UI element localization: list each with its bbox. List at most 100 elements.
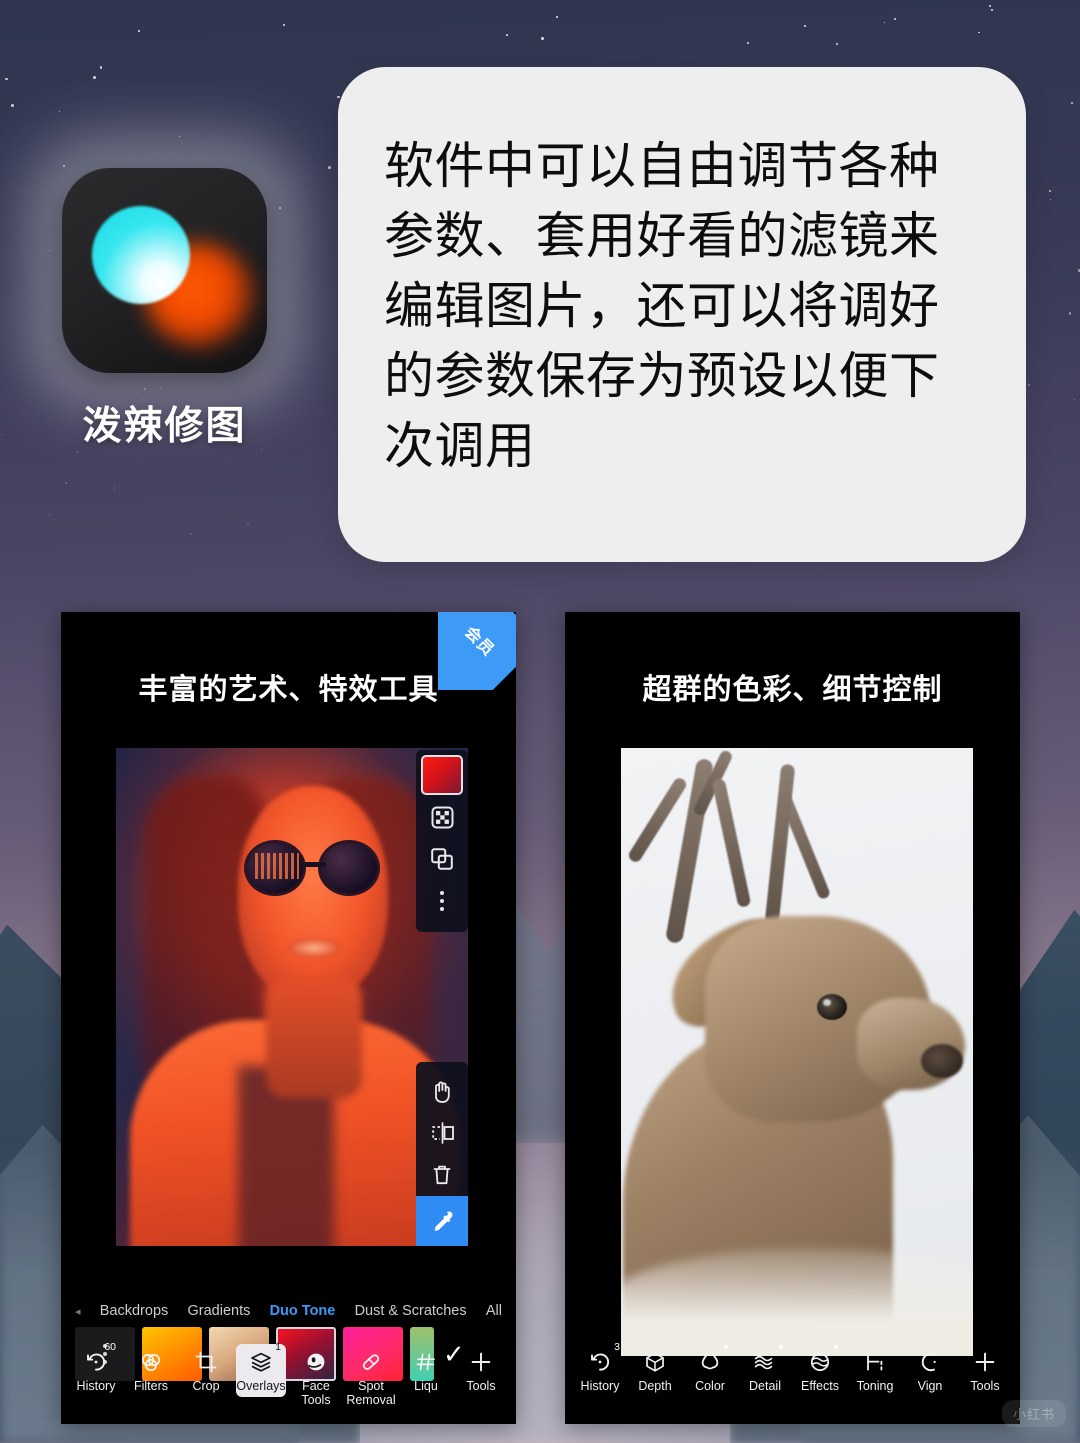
toolbar-item-tools[interactable]: Tools: [960, 1344, 1010, 1393]
toolbar-item-spot-removal[interactable]: Spot Removal: [346, 1344, 396, 1407]
toolbar-item-color[interactable]: Color: [685, 1344, 735, 1393]
screenshot-card-left: 丰富的艺术、特效工具 会员 ◂ Backdrops Gradients Duo …: [61, 612, 516, 1424]
star-dot: [803, 25, 806, 27]
more-options-icon[interactable]: [416, 880, 468, 922]
edited-portrait-photo[interactable]: [116, 748, 468, 1246]
deer-nose: [921, 1044, 963, 1078]
star-dot: [1068, 312, 1072, 315]
update-dot: [724, 1345, 728, 1349]
toolbar-label: History: [580, 1379, 620, 1393]
toolbar-label: Overlays: [236, 1379, 286, 1393]
duplicate-layer-icon[interactable]: [416, 838, 468, 880]
star-dot: [93, 76, 96, 79]
detail-waves-icon: [753, 1348, 777, 1376]
overlays-badge: 1: [275, 1341, 281, 1353]
sunglasses-icon: [244, 840, 380, 898]
cyan-circle-icon: [92, 206, 190, 304]
lens-reflection: [255, 853, 299, 879]
app-icon-block: 泼辣修图: [28, 136, 300, 451]
toolbar-label: Tools: [466, 1379, 496, 1393]
overlay-options-rail: [416, 750, 468, 932]
toolbar-item-liquify[interactable]: Liqu: [401, 1344, 451, 1393]
toolbar-label: History: [76, 1379, 116, 1393]
category-duo-tone[interactable]: Duo Tone: [270, 1303, 336, 1319]
star-dot: [300, 497, 303, 499]
toolbar-item-toning[interactable]: Toning: [850, 1344, 900, 1393]
star-dot: [327, 166, 331, 170]
toolbar-item-filters[interactable]: Filters: [126, 1344, 176, 1393]
overlays-icon: [249, 1348, 273, 1376]
antler-branch: [626, 775, 689, 865]
delete-trash-icon[interactable]: [416, 1154, 468, 1196]
toolbar-item-depth[interactable]: Depth: [630, 1344, 680, 1393]
three-dots: [440, 891, 444, 911]
update-dot: [779, 1345, 783, 1349]
overlay-category-row: ◂ Backdrops Gradients Duo Tone Dust & Sc…: [61, 1296, 516, 1326]
toning-curve-icon: [864, 1348, 886, 1376]
tools-plus-icon: [974, 1348, 996, 1376]
hand-pan-icon[interactable]: [416, 1070, 468, 1112]
star-dot: [1070, 101, 1073, 104]
lens-right: [318, 840, 380, 896]
left-bottom-toolbar: 60 History Filters Crop 1 Overlays Face …: [61, 1336, 516, 1424]
mirror-flip-icon[interactable]: [416, 1112, 468, 1154]
toolbar-item-history[interactable]: 60 History: [71, 1341, 121, 1393]
star-dot: [113, 487, 116, 489]
star-dot: [76, 450, 79, 453]
mask-checker-icon[interactable]: [416, 796, 468, 838]
gradient-swatch-button[interactable]: [416, 754, 468, 796]
toolbar-item-vignette[interactable]: Vign: [905, 1344, 955, 1393]
toolbar-label: Color: [695, 1379, 725, 1393]
history-icon: [589, 1348, 611, 1376]
vip-ribbon: 会员: [438, 612, 516, 690]
antler-main-right: [764, 763, 796, 925]
update-dot: [834, 1345, 838, 1349]
gradient-swatch: [421, 755, 463, 795]
star-dot: [138, 30, 140, 33]
toolbar-item-overlays[interactable]: 1 Overlays: [236, 1341, 286, 1397]
color-drop-icon: [699, 1348, 721, 1376]
toolbar-label: Detail: [749, 1379, 781, 1393]
antler-branch: [711, 778, 752, 908]
face-tools-icon: [305, 1348, 327, 1376]
category-scroll-arrow[interactable]: ◂: [75, 1305, 81, 1318]
lens-left: [244, 840, 306, 896]
star-dot: [506, 34, 509, 36]
toolbar-item-tools[interactable]: Tools: [456, 1344, 506, 1393]
toolbar-item-face-tools[interactable]: Face Tools: [291, 1344, 341, 1407]
toolbar-label: Vign: [917, 1379, 943, 1393]
toolbar-item-effects[interactable]: Effects: [795, 1344, 845, 1393]
vignette-icon: [919, 1348, 941, 1376]
card-right-title: 超群的色彩、细节控制: [642, 674, 943, 706]
star-dot: [1028, 383, 1031, 386]
toolbar-item-crop[interactable]: Crop: [181, 1344, 231, 1393]
star-dot: [58, 110, 60, 112]
toolbar-item-history[interactable]: 3 History: [575, 1341, 625, 1393]
neck: [266, 978, 362, 1098]
star-dot: [1050, 199, 1052, 200]
star-dot: [5, 77, 8, 81]
description-bubble: 软件中可以自由调节各种参数、套用好看的滤镜来编辑图片，还可以将调好的参数保存为预…: [338, 67, 1026, 562]
edited-deer-photo[interactable]: [621, 748, 973, 1356]
category-backdrops[interactable]: Backdrops: [100, 1303, 169, 1319]
category-all[interactable]: All: [486, 1303, 502, 1319]
toolbar-item-detail[interactable]: Detail: [740, 1344, 790, 1393]
category-dust-scratches[interactable]: Dust & Scratches: [355, 1303, 467, 1319]
app-icon-polarr[interactable]: [62, 168, 267, 373]
lips: [288, 938, 340, 958]
star-dot: [541, 36, 544, 40]
star-dot: [48, 514, 51, 516]
right-bottom-toolbar: 3 History Depth Color Detail Effects Ton…: [565, 1336, 1020, 1424]
star-dot: [835, 42, 839, 45]
star-dot: [893, 18, 896, 21]
toolbar-label: Liqu: [414, 1379, 438, 1393]
category-gradients[interactable]: Gradients: [187, 1303, 250, 1319]
toolbar-label: Toning: [856, 1379, 894, 1393]
history-badge: 3: [614, 1341, 620, 1353]
star-dot: [1049, 190, 1051, 192]
history-badge: 60: [104, 1341, 116, 1353]
toolbar-label: Tools: [970, 1379, 1000, 1393]
screenshot-card-right: 超群的色彩、细节控制 3 History Depth Color Detail …: [565, 612, 1020, 1424]
eyedropper-icon[interactable]: [416, 1196, 468, 1246]
canvas-tools-rail: [416, 1062, 468, 1246]
